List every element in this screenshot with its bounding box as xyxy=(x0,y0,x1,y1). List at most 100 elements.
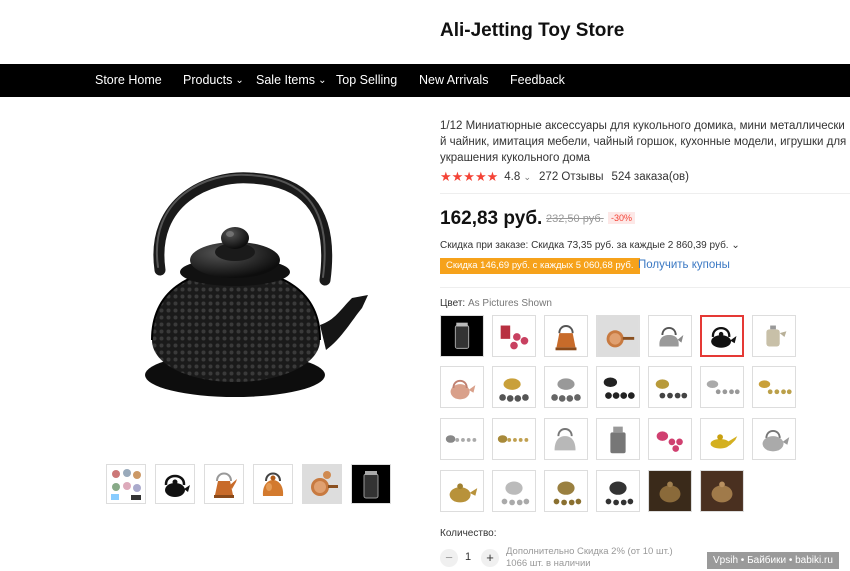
bulk-discount-text: Дополнительно Скидка 2% (от 10 шт.) xyxy=(506,546,673,557)
thumbnail[interactable] xyxy=(302,464,342,504)
divider xyxy=(440,287,850,288)
silver-teaset-icon xyxy=(551,378,581,402)
copper-kettle-icon xyxy=(214,472,237,498)
silver-kettle-icon xyxy=(554,428,576,451)
color-swatch[interactable] xyxy=(596,470,640,512)
gold-teaset-icon xyxy=(497,435,529,443)
color-swatch[interactable] xyxy=(492,470,536,512)
nav-label: Feedback xyxy=(510,73,565,87)
silver-teaset-icon xyxy=(706,380,740,395)
rating-row: ★★★★★ 4.8 ⌄ 272 Отзывы 524 заказа(ов) xyxy=(440,169,689,185)
nav-top-selling[interactable]: Top Selling xyxy=(336,64,397,97)
color-swatch[interactable] xyxy=(752,315,796,357)
gold-teaset-icon xyxy=(758,380,792,395)
get-coupons-link[interactable]: Получить купоны xyxy=(638,259,730,271)
thumbnail[interactable] xyxy=(351,464,391,504)
color-swatch[interactable] xyxy=(440,315,484,357)
current-price: 162,83 руб. xyxy=(440,208,543,229)
color-swatch[interactable] xyxy=(492,315,536,357)
color-swatch[interactable] xyxy=(648,418,692,460)
nav-label: Store Home xyxy=(95,73,162,87)
black-teaset-icon xyxy=(603,377,635,399)
discount-badge: -30% xyxy=(608,212,636,224)
thumbnail[interactable] xyxy=(155,464,195,504)
nav-label: New Arrivals xyxy=(419,73,489,87)
color-swatch[interactable] xyxy=(700,418,744,460)
black-teaset-icon xyxy=(605,481,634,506)
rose-gold-teapot-icon xyxy=(450,379,476,400)
quantity-info: Дополнительно Скидка 2% (от 10 шт.) 1066… xyxy=(506,546,673,570)
coupon-tag: Скидка 146,69 руб. с каждых 5 060,68 руб… xyxy=(440,258,640,274)
thumbnail[interactable] xyxy=(253,464,293,504)
color-swatch[interactable] xyxy=(752,366,796,408)
nav-new-arrivals[interactable]: New Arrivals xyxy=(419,64,488,97)
nav-products[interactable]: Products ⌄ xyxy=(183,64,244,97)
rating-number: 4.8 xyxy=(504,171,521,183)
color-label: Цвет: As Pictures Shown xyxy=(440,298,552,309)
quantity-label: Количество: xyxy=(440,528,497,539)
color-swatch-selected[interactable] xyxy=(700,315,744,357)
store-title: Ali-Jetting Toy Store xyxy=(440,20,625,41)
nav-label: Sale Items xyxy=(256,73,316,87)
copper-kettle-icon xyxy=(262,472,284,496)
copper-kettle-icon xyxy=(555,325,577,351)
nav-sale-items[interactable]: Sale Items ⌄ xyxy=(256,64,326,97)
chevron-down-icon: ⌄ xyxy=(235,75,244,86)
nav-feedback[interactable]: Feedback xyxy=(510,64,565,97)
black-teapot-icon xyxy=(711,326,737,348)
color-value: As Pictures Shown xyxy=(467,298,552,309)
pink-teaset-icon xyxy=(656,431,683,452)
glass-jar-icon xyxy=(441,316,483,356)
color-swatch[interactable] xyxy=(544,470,588,512)
color-swatch[interactable] xyxy=(544,418,588,460)
original-price: 232,50 руб. xyxy=(546,213,604,225)
color-swatch[interactable] xyxy=(440,418,484,460)
product-title: 1/12 Миниатюрные аксессуары для кукольно… xyxy=(440,120,847,164)
color-swatch[interactable] xyxy=(544,315,588,357)
color-swatch[interactable] xyxy=(752,418,796,460)
rating-value[interactable]: 4.8 ⌄ xyxy=(504,171,531,183)
quantity-increase-button[interactable]: + xyxy=(481,549,499,567)
order-discount-text[interactable]: Скидка при заказе: Скидка 73,35 руб. за … xyxy=(440,240,740,251)
stock-count: 1066 шт. в наличии xyxy=(506,558,591,569)
color-swatch[interactable] xyxy=(440,470,484,512)
teaset-collage-icon xyxy=(111,469,141,500)
milk-can-icon xyxy=(610,426,626,454)
gold-teapot-icon xyxy=(449,483,478,503)
nav-store-home[interactable]: Store Home xyxy=(95,64,162,97)
store-nav-bar: Store Home Products ⌄ Sale Items ⌄ Top Sel… xyxy=(0,64,850,97)
color-swatch[interactable] xyxy=(648,315,692,357)
color-swatch[interactable] xyxy=(492,366,536,408)
quantity-decrease-button[interactable]: − xyxy=(440,549,458,567)
black-teapot-icon xyxy=(145,172,368,397)
color-swatch[interactable] xyxy=(440,366,484,408)
reviews-count[interactable]: 272 Отзывы xyxy=(539,171,604,183)
color-swatch[interactable] xyxy=(648,470,692,512)
color-swatch[interactable] xyxy=(700,366,744,408)
gold-teaset-icon xyxy=(655,379,688,399)
silver-teaset-icon xyxy=(445,435,477,443)
color-swatch[interactable] xyxy=(700,470,744,512)
color-swatch[interactable] xyxy=(596,366,640,408)
chevron-down-icon: ⌄ xyxy=(523,172,532,182)
orders-count: 524 заказа(ов) xyxy=(611,171,689,183)
chevron-down-icon: ⌄ xyxy=(318,75,327,86)
product-main-image[interactable] xyxy=(130,160,380,410)
color-swatch[interactable] xyxy=(596,418,640,460)
copper-pan-set-icon xyxy=(597,316,639,356)
quantity-value[interactable]: 1 xyxy=(465,551,471,563)
silver-teapot-icon xyxy=(762,429,790,452)
thumbnail[interactable] xyxy=(204,464,244,504)
color-swatch[interactable] xyxy=(492,418,536,460)
silver-kettle-icon xyxy=(659,326,684,347)
color-label-text: Цвет: xyxy=(440,298,466,309)
bronze-teaset-icon xyxy=(553,481,582,506)
thumbnail[interactable] xyxy=(106,464,146,504)
color-swatch[interactable] xyxy=(648,366,692,408)
copper-pan-set-icon xyxy=(303,465,341,503)
color-swatch[interactable] xyxy=(544,366,588,408)
black-teapot-icon xyxy=(164,474,190,497)
bronze-teapot-icon xyxy=(701,471,743,511)
color-swatch[interactable] xyxy=(596,315,640,357)
silver-teapot-icon xyxy=(766,325,787,347)
